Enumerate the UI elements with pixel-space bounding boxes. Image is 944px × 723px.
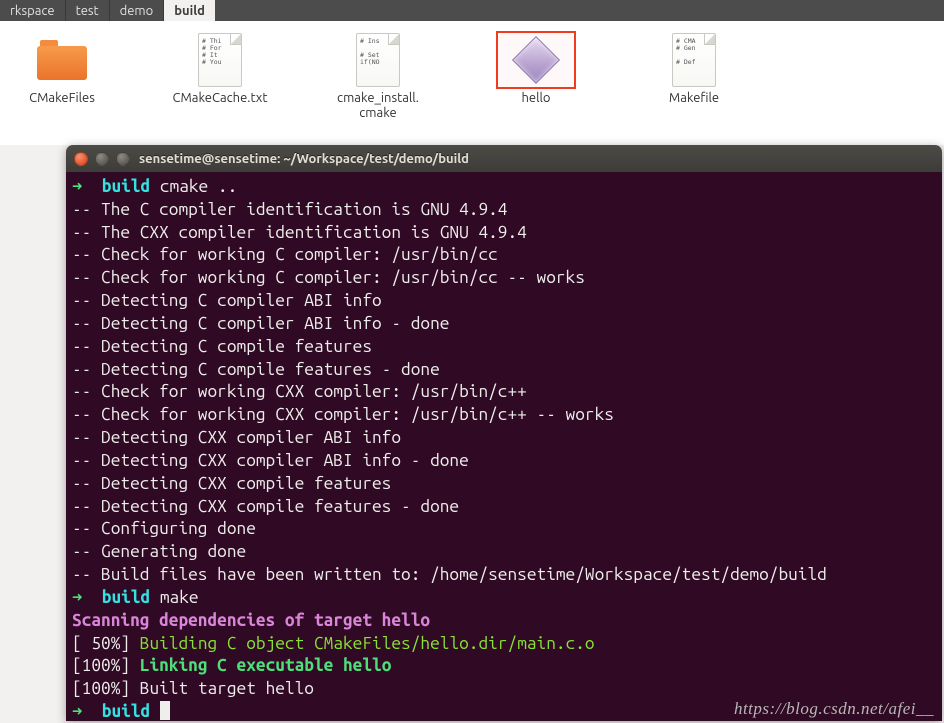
progress-label: [100%] — [72, 656, 130, 675]
term-line: -- Detecting C compiler ABI info — [72, 291, 382, 310]
textfile-icon: # Ins # Set if(NO — [338, 31, 418, 89]
term-line: -- Detecting CXX compile features - done — [72, 497, 459, 516]
file-item-cmakefiles[interactable]: CMakeFiles — [12, 31, 112, 145]
executable-icon — [496, 31, 576, 89]
term-line: -- Detecting C compiler ABI info - done — [72, 314, 449, 333]
term-line: -- Detecting CXX compiler ABI info - don… — [72, 451, 469, 470]
file-label: CMakeFiles — [29, 91, 95, 106]
crumb-test[interactable]: test — [66, 0, 110, 21]
prompt-arrow: ➜ — [72, 177, 82, 196]
term-line: -- Detecting C compile features - done — [72, 360, 440, 379]
file-preview: # CMA # Gen # Def — [672, 33, 716, 87]
prompt-dir: build — [102, 588, 150, 607]
file-preview: # Thi # For # It # You — [198, 33, 242, 87]
term-line: -- Detecting CXX compiler ABI info — [72, 428, 401, 447]
term-line: -- Generating done — [72, 542, 246, 561]
prompt-arrow: ➜ — [72, 588, 82, 607]
folder-icon — [22, 31, 102, 89]
textfile-icon: # Thi # For # It # You — [180, 31, 260, 89]
term-line: -- Check for working CXX compiler: /usr/… — [72, 382, 527, 401]
file-preview: # Ins # Set if(NO — [356, 33, 400, 87]
cmd: make — [160, 588, 199, 607]
file-label: cmake_install. cmake — [328, 91, 428, 121]
crumb-demo[interactable]: demo — [110, 0, 165, 21]
file-grid: CMakeFiles # Thi # For # It # You CMakeC… — [0, 21, 944, 145]
progress-label: [100%] — [72, 679, 130, 698]
term-line: Scanning dependencies of target hello — [72, 611, 430, 630]
file-item-cmakeinstall[interactable]: # Ins # Set if(NO cmake_install. cmake — [328, 31, 428, 145]
window-title: sensetime@sensetime: ~/Workspace/test/de… — [139, 152, 469, 166]
file-item-makefile[interactable]: # CMA # Gen # Def Makefile — [644, 31, 744, 145]
term-line: -- Detecting C compile features — [72, 337, 372, 356]
terminal-body[interactable]: ➜ build cmake .. -- The C compiler ident… — [66, 172, 942, 721]
term-line: -- Check for working CXX compiler: /usr/… — [72, 405, 614, 424]
progress-label: [ 50%] — [72, 634, 130, 653]
crumb-label: test — [76, 4, 99, 18]
file-label: hello — [521, 91, 550, 106]
file-label: CMakeCache.txt — [173, 91, 268, 106]
prompt-dir: build — [102, 177, 150, 196]
minimize-icon[interactable] — [95, 152, 109, 166]
terminal-window: sensetime@sensetime: ~/Workspace/test/de… — [66, 145, 942, 721]
term-line: Built target hello — [140, 679, 314, 698]
term-line: -- Detecting CXX compile features — [72, 474, 391, 493]
file-item-cmakecache[interactable]: # Thi # For # It # You CMakeCache.txt — [170, 31, 270, 145]
crumb-build[interactable]: build — [164, 0, 215, 21]
crumb-label: rkspace — [10, 4, 55, 18]
prompt-dir: build — [102, 702, 150, 721]
prompt-arrow: ➜ — [72, 702, 82, 721]
close-icon[interactable] — [74, 152, 88, 166]
crumb-workspace[interactable]: rkspace — [0, 0, 66, 21]
file-label: Makefile — [669, 91, 719, 106]
term-line: -- Configuring done — [72, 519, 256, 538]
term-line: -- Check for working C compiler: /usr/bi… — [72, 245, 498, 264]
crumb-label: demo — [120, 4, 154, 18]
maximize-icon[interactable] — [116, 152, 130, 166]
breadcrumb: rkspace test demo build — [0, 0, 944, 21]
term-line: -- The CXX compiler identification is GN… — [72, 223, 527, 242]
cursor-icon — [160, 701, 170, 720]
term-line: -- The C compiler identification is GNU … — [72, 200, 508, 219]
window-titlebar[interactable]: sensetime@sensetime: ~/Workspace/test/de… — [66, 145, 942, 172]
term-line: Building C object CMakeFiles/hello.dir/m… — [140, 634, 595, 653]
term-line: -- Check for working C compiler: /usr/bi… — [72, 268, 585, 287]
term-line: -- Build files have been written to: /ho… — [72, 565, 827, 584]
file-item-hello[interactable]: hello — [486, 31, 586, 145]
cmd: cmake .. — [160, 177, 237, 196]
term-line: Linking C executable hello — [140, 656, 392, 675]
textfile-icon: # CMA # Gen # Def — [654, 31, 734, 89]
crumb-label: build — [174, 4, 205, 18]
